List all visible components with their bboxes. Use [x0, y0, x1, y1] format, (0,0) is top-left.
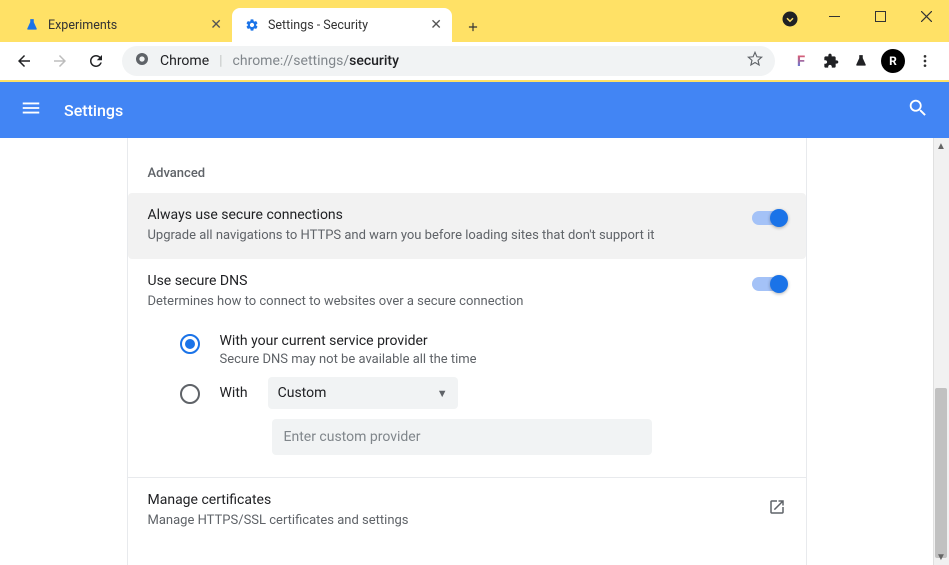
row-text: Use secure DNS Determines how to connect… — [148, 273, 736, 311]
scroll-down-icon[interactable]: ▼ — [933, 549, 949, 565]
chrome-icon — [134, 51, 150, 71]
row-text: Always use secure connections Upgrade al… — [148, 207, 736, 245]
chevron-down-icon: ▼ — [437, 387, 448, 400]
radio-sub: Secure DNS may not be available all the … — [220, 352, 786, 367]
tab-strip: Experiments ✕ Settings - Security ✕ — [0, 0, 488, 42]
close-icon[interactable]: ✕ — [430, 17, 442, 33]
tab-experiments[interactable]: Experiments ✕ — [12, 8, 232, 42]
new-tab-button[interactable] — [458, 12, 488, 42]
settings-content: Advanced Always use secure connections U… — [0, 138, 949, 565]
minimize-button[interactable] — [811, 0, 857, 32]
content-wrap: Advanced Always use secure connections U… — [0, 138, 949, 565]
tab-search-icon[interactable] — [781, 10, 799, 28]
external-link-icon — [768, 498, 786, 520]
browser-titlebar: Experiments ✕ Settings - Security ✕ — [0, 0, 949, 42]
scrollbar[interactable]: ▲ ▼ — [933, 138, 949, 565]
row-sub: Manage HTTPS/SSL certificates and settin… — [148, 512, 752, 530]
tab-settings-security[interactable]: Settings - Security ✕ — [232, 8, 452, 42]
dropdown-value: Custom — [278, 385, 327, 401]
row-text: Manage certificates Manage HTTPS/SSL cer… — [148, 492, 752, 530]
bookmark-star-icon[interactable] — [747, 51, 763, 71]
close-window-button[interactable] — [903, 0, 949, 32]
secure-dns-options: With your current service provider Secur… — [128, 325, 806, 463]
hamburger-menu-icon[interactable] — [20, 97, 42, 123]
reload-button[interactable] — [80, 45, 112, 77]
manage-certificates-row[interactable]: Manage certificates Manage HTTPS/SSL cer… — [128, 478, 806, 544]
dns-provider-dropdown[interactable]: Custom ▼ — [268, 377, 458, 409]
extension-flask-icon[interactable] — [851, 51, 871, 71]
maximize-button[interactable] — [857, 0, 903, 32]
always-secure-connections-row: Always use secure connections Upgrade al… — [128, 193, 806, 259]
settings-card: Advanced Always use secure connections U… — [127, 138, 807, 565]
url-prefix: Chrome — [160, 53, 209, 69]
radio-title: With your current service provider — [220, 333, 786, 349]
url-text: chrome://settings/security — [233, 53, 399, 69]
dns-option-current-provider[interactable]: With your current service provider Secur… — [180, 333, 786, 367]
row-sub: Upgrade all navigations to HTTPS and war… — [148, 227, 736, 245]
secure-dns-toggle[interactable] — [752, 277, 786, 291]
row-title: Use secure DNS — [148, 273, 736, 289]
radio-unchecked-icon[interactable] — [180, 384, 200, 404]
close-icon[interactable]: ✕ — [210, 17, 222, 33]
browser-toolbar: Chrome | chrome://settings/security F R — [0, 42, 949, 82]
extensions-puzzle-icon[interactable] — [821, 51, 841, 71]
gear-icon — [244, 17, 260, 33]
tab-title: Experiments — [48, 18, 117, 33]
secure-dns-row: Use secure DNS Determines how to connect… — [128, 259, 806, 325]
extension-f-icon[interactable]: F — [791, 51, 811, 71]
row-sub: Determines how to connect to websites ov… — [148, 293, 736, 311]
radio-text: With your current service provider Secur… — [220, 333, 786, 367]
flask-icon — [24, 17, 40, 33]
back-button[interactable] — [8, 45, 40, 77]
settings-appbar: Settings — [0, 82, 949, 138]
radio-with-label: With — [220, 385, 248, 401]
appbar-title: Settings — [64, 101, 123, 120]
always-secure-toggle[interactable] — [752, 211, 786, 225]
tab-title: Settings - Security — [268, 18, 368, 33]
input-placeholder: Enter custom provider — [284, 429, 421, 445]
search-icon[interactable] — [907, 97, 929, 123]
window-controls — [811, 0, 949, 32]
scrollbar-thumb[interactable] — [935, 388, 947, 558]
row-title: Manage certificates — [148, 492, 752, 508]
advanced-section-label: Advanced — [128, 138, 806, 193]
scroll-up-icon[interactable]: ▲ — [933, 138, 949, 154]
extension-icons: F R — [785, 49, 941, 73]
row-title: Always use secure connections — [148, 207, 736, 223]
dns-option-with-custom[interactable]: With Custom ▼ — [180, 377, 786, 409]
address-bar[interactable]: Chrome | chrome://settings/security — [122, 46, 775, 76]
kebab-menu-icon[interactable] — [915, 51, 935, 71]
radio-checked-icon[interactable] — [180, 334, 200, 354]
forward-button[interactable] — [44, 45, 76, 77]
profile-avatar[interactable]: R — [881, 49, 905, 73]
custom-dns-input[interactable]: Enter custom provider — [272, 419, 652, 455]
